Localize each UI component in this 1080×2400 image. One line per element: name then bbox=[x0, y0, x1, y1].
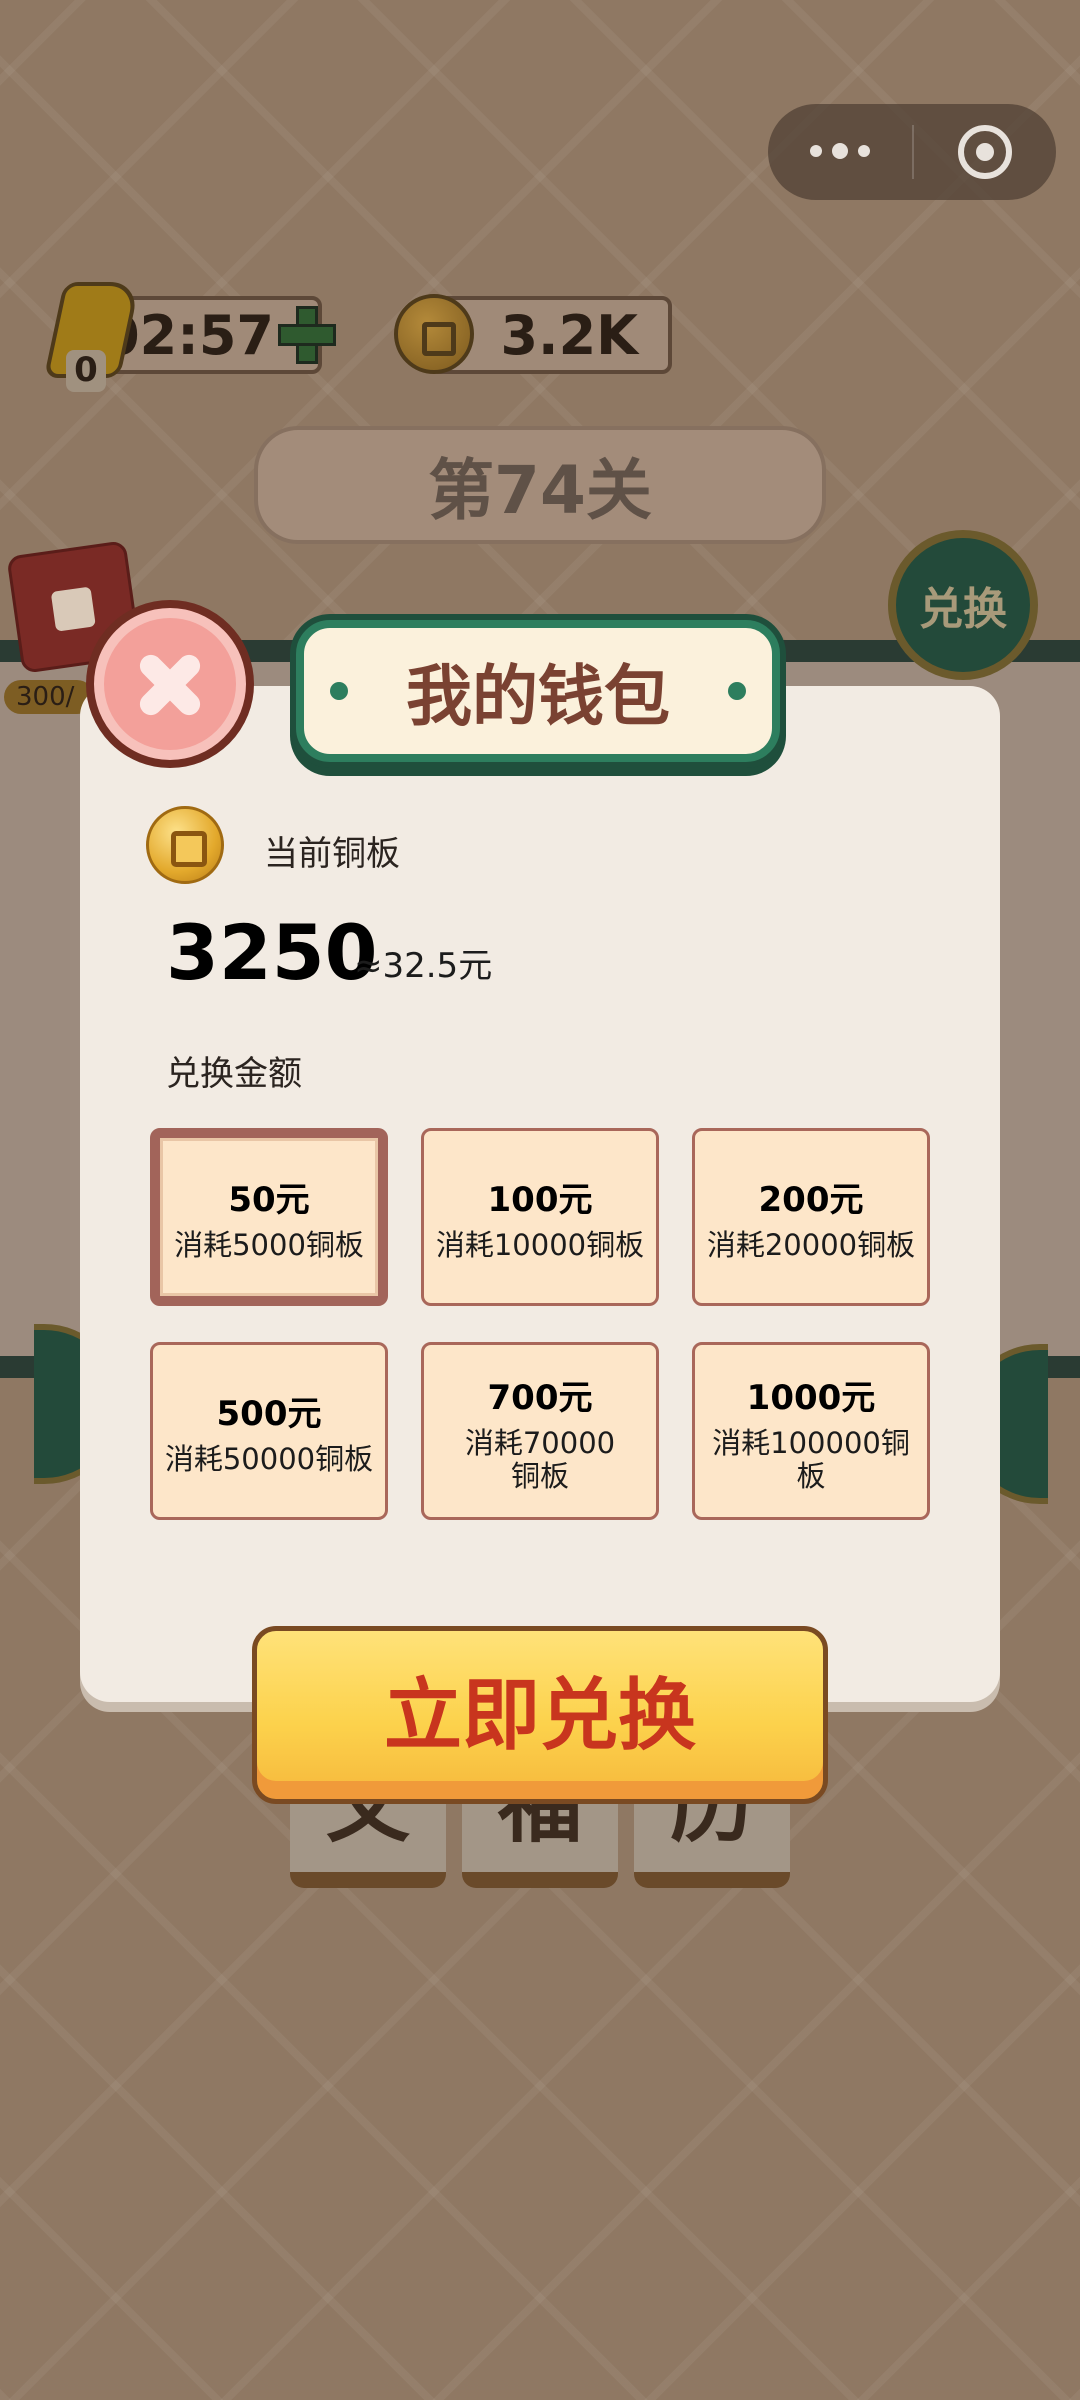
level-title: 第74关 bbox=[428, 452, 652, 529]
option-cost: 消耗70000铜板 bbox=[464, 1425, 616, 1493]
option-amount: 700元 bbox=[487, 1377, 593, 1418]
option-amount: 50元 bbox=[228, 1180, 310, 1220]
miniprogram-capsule bbox=[768, 104, 1056, 200]
option-cost: 消耗10000铜板 bbox=[435, 1228, 645, 1262]
redeem-now-button[interactable]: 立即兑换 bbox=[252, 1626, 828, 1804]
balance-approx-value: ≈32.5元 bbox=[354, 946, 493, 986]
title-dot-right bbox=[728, 682, 746, 700]
option-cost: 消耗5000铜板 bbox=[174, 1228, 364, 1262]
energy-count: 0 bbox=[66, 350, 106, 392]
level-banner: 第74关 bbox=[254, 426, 826, 544]
target-circle-icon[interactable] bbox=[914, 125, 1056, 179]
exchange-round-button[interactable]: 兑换 bbox=[888, 530, 1038, 680]
exchange-option[interactable]: 100元 消耗10000铜板 bbox=[421, 1128, 659, 1306]
option-amount: 200元 bbox=[758, 1180, 864, 1220]
exchange-option[interactable]: 500元 消耗50000铜板 bbox=[150, 1342, 388, 1520]
exchange-round-label: 兑换 bbox=[919, 584, 1007, 635]
option-cost: 消耗20000铜板 bbox=[706, 1228, 916, 1262]
option-amount: 1000元 bbox=[746, 1377, 876, 1418]
close-icon[interactable] bbox=[86, 600, 254, 768]
option-amount: 100元 bbox=[487, 1180, 593, 1220]
exchange-amount-label: 兑换金额 bbox=[166, 1054, 302, 1094]
option-amount: 500元 bbox=[216, 1394, 322, 1434]
redeem-button-label: 立即兑换 bbox=[383, 1671, 696, 1761]
coin-count-text: 3.2K bbox=[500, 303, 638, 367]
exchange-option[interactable]: 1000元 消耗100000铜板 bbox=[692, 1342, 930, 1520]
copper-coin-icon bbox=[146, 806, 224, 884]
coin-icon bbox=[394, 294, 474, 374]
option-cost: 消耗50000铜板 bbox=[164, 1442, 374, 1476]
wallet-title-plate: 我的钱包 bbox=[296, 620, 780, 762]
option-cost: 消耗100000铜板 bbox=[712, 1425, 910, 1493]
title-dot-left bbox=[330, 682, 348, 700]
balance-value: 3250 bbox=[166, 908, 378, 997]
current-balance-label: 当前铜板 bbox=[264, 834, 400, 874]
plus-icon[interactable] bbox=[278, 306, 336, 364]
exchange-option[interactable]: 200元 消耗20000铜板 bbox=[692, 1128, 930, 1306]
more-dots-icon[interactable] bbox=[768, 143, 912, 159]
wallet-title: 我的钱包 bbox=[406, 658, 670, 735]
exchange-option[interactable]: 700元 消耗70000铜板 bbox=[421, 1342, 659, 1520]
exchange-option[interactable]: 50元 消耗5000铜板 bbox=[150, 1128, 388, 1306]
